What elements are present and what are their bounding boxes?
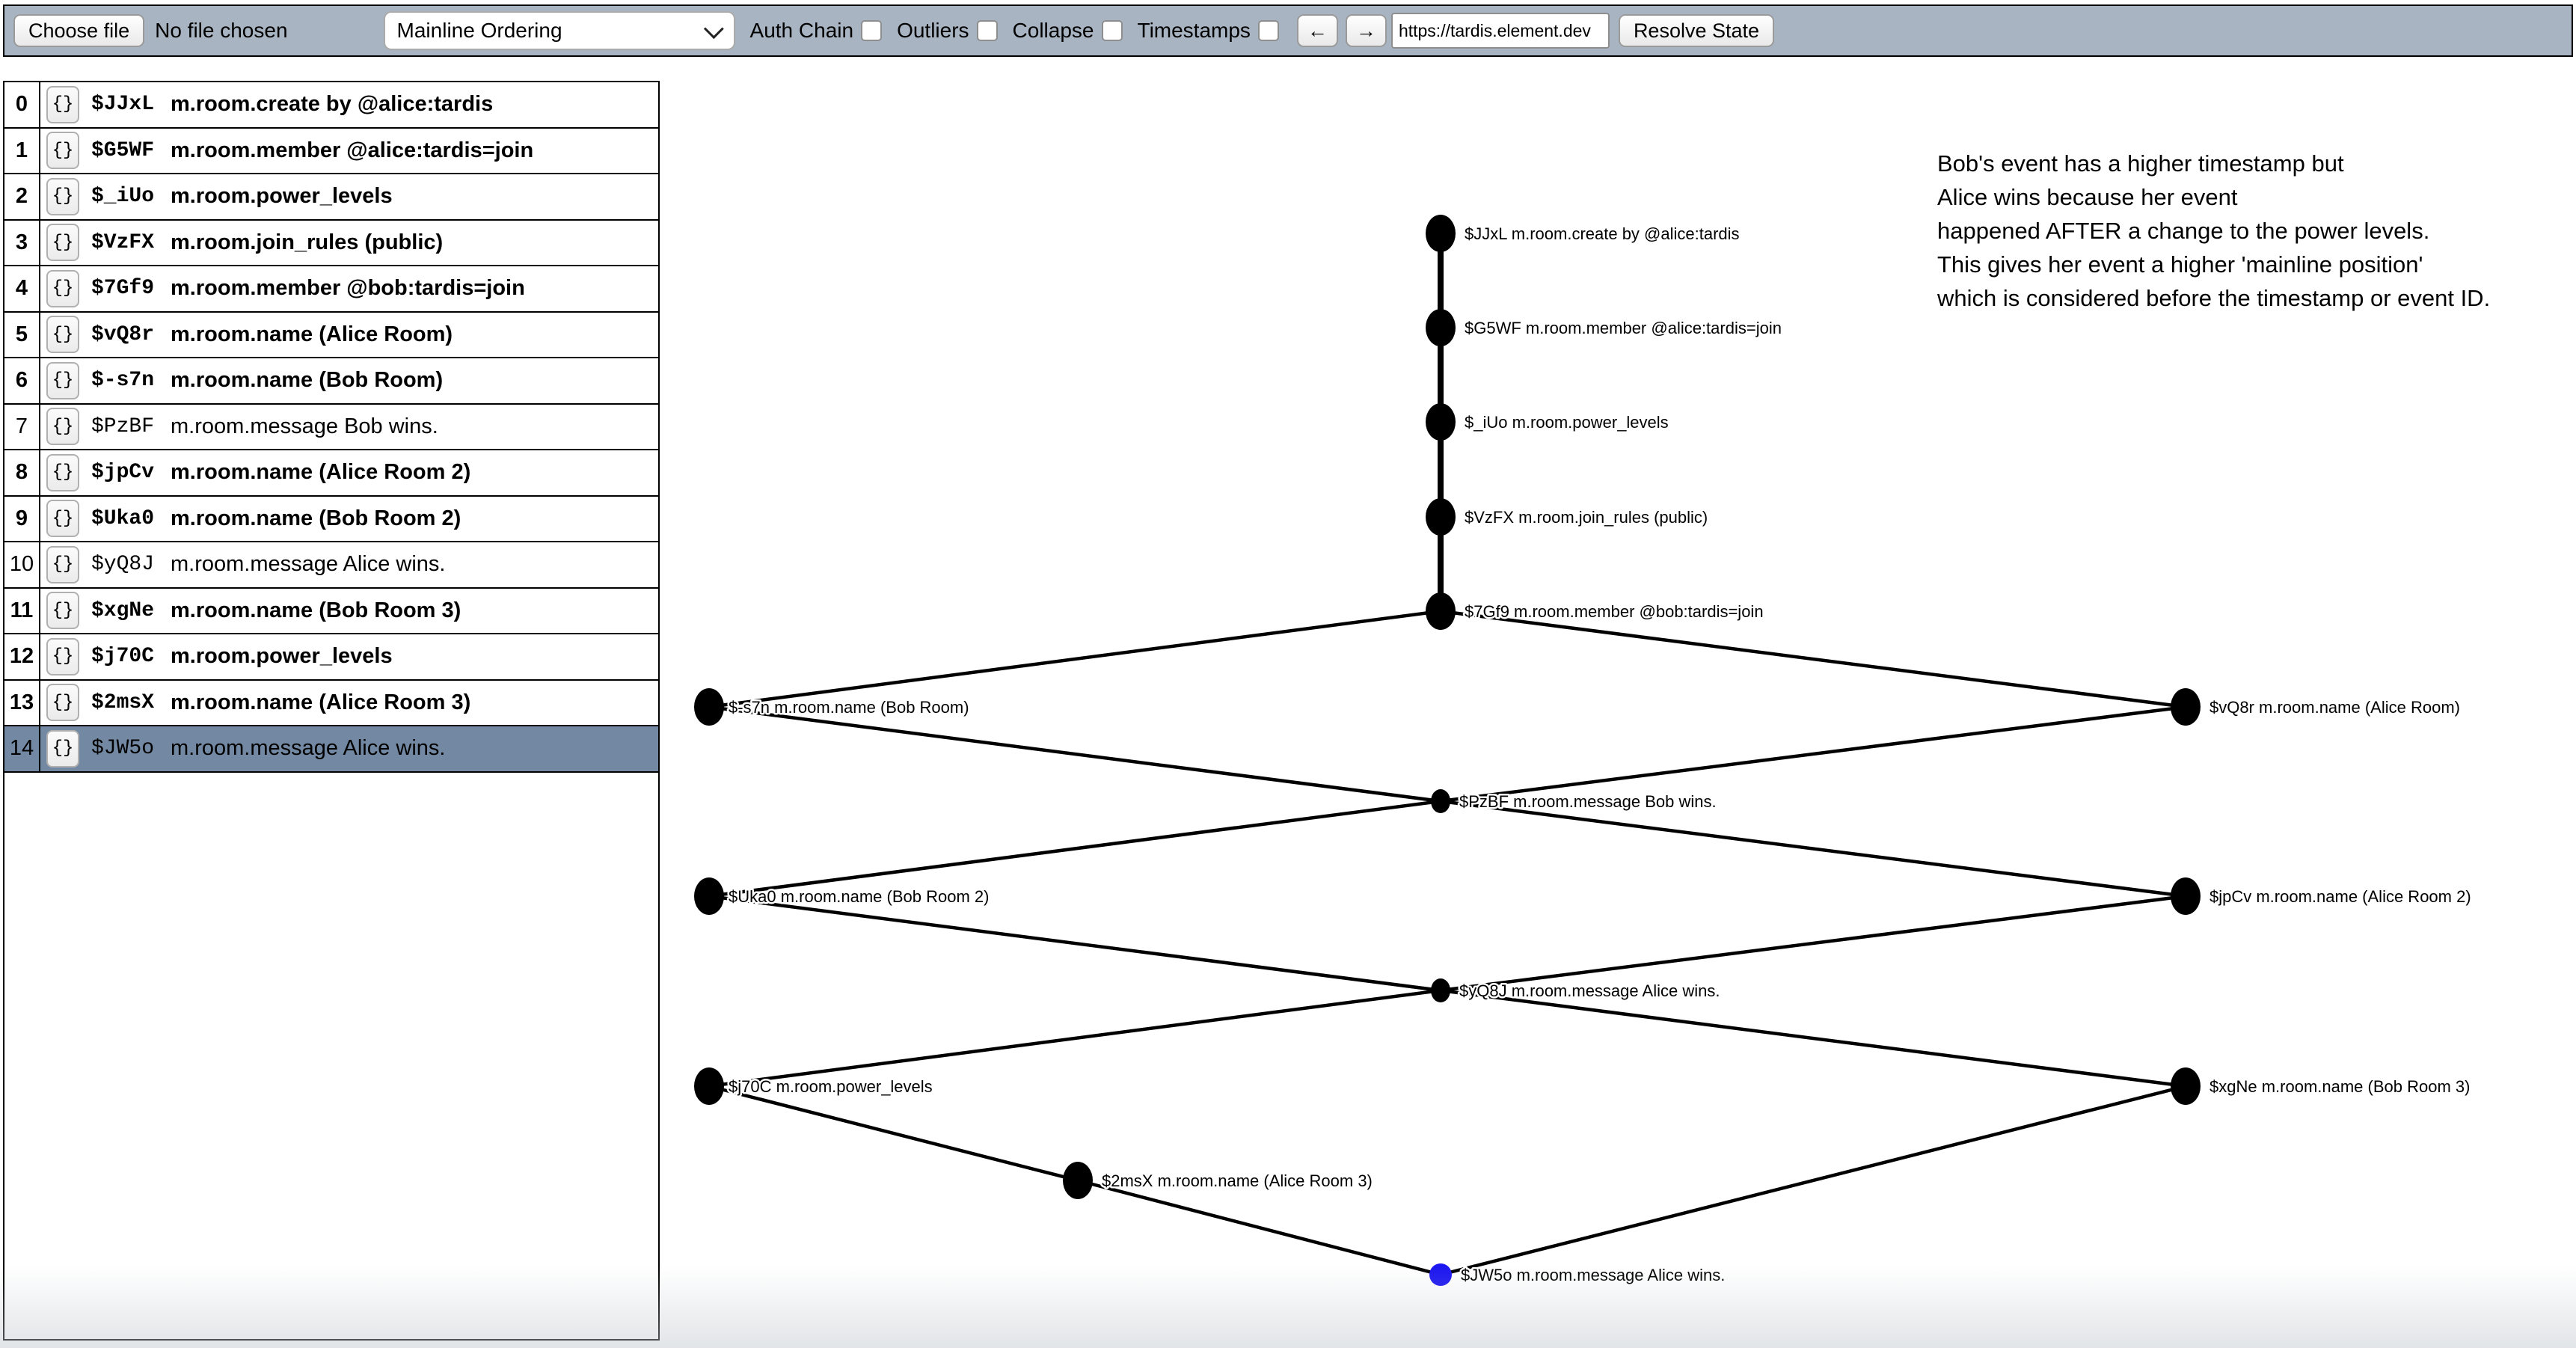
annotation-line: This gives her event a higher 'mainline … xyxy=(1937,248,2490,281)
dag-node-label: $Uka0 m.room.name (Bob Room 2) xyxy=(729,887,989,906)
dag-node[interactable] xyxy=(1431,789,1450,813)
dag-node-label: $JJxL m.room.create by @alice:tardis xyxy=(1465,224,1740,243)
dag-node-label: $vQ8r m.room.name (Alice Room) xyxy=(2209,698,2460,717)
dag-edge xyxy=(1441,801,2186,896)
dag-node-label: $_iUo m.room.power_levels xyxy=(1465,413,1669,432)
dag-edge xyxy=(709,801,1441,896)
dag-node-label: $VzFX m.room.join_rules (public) xyxy=(1465,508,1708,527)
annotation: Bob's event has a higher timestamp butAl… xyxy=(1937,147,2490,315)
dag-edge xyxy=(1441,990,2186,1086)
dag-node[interactable] xyxy=(1431,978,1450,1002)
dag-node[interactable] xyxy=(2171,877,2201,915)
dag-edge xyxy=(1441,611,2186,707)
annotation-line: which is considered before the timestamp… xyxy=(1937,281,2490,315)
annotation-line: Alice wins because her event xyxy=(1937,180,2490,214)
dag-node[interactable] xyxy=(1063,1162,1093,1199)
dag-node-label: $JW5o m.room.message Alice wins. xyxy=(1461,1266,1725,1284)
dag-edge xyxy=(709,707,1441,801)
dag-node-label: $2msX m.room.name (Alice Room 3) xyxy=(1102,1171,1373,1190)
dag-node[interactable] xyxy=(694,1067,724,1105)
dag-node-label: $PzBF m.room.message Bob wins. xyxy=(1459,792,1717,811)
dag-node[interactable] xyxy=(1426,309,1456,346)
dag-edge xyxy=(709,611,1441,707)
dag-node-label: $7Gf9 m.room.member @bob:tardis=join xyxy=(1465,602,1764,621)
dag-edge xyxy=(709,990,1441,1086)
dag-node[interactable] xyxy=(2171,688,2201,726)
dag-edge xyxy=(1078,1180,1441,1275)
dag-node[interactable] xyxy=(1426,498,1456,536)
dag-node[interactable] xyxy=(1429,1263,1452,1286)
dag-node-label: $xgNe m.room.name (Bob Room 3) xyxy=(2209,1077,2470,1096)
dag-edge xyxy=(1441,707,2186,801)
annotation-line: happened AFTER a change to the power lev… xyxy=(1937,214,2490,248)
annotation-line: Bob's event has a higher timestamp but xyxy=(1937,147,2490,180)
dag-node[interactable] xyxy=(1426,592,1456,630)
dag-node[interactable] xyxy=(1426,403,1456,441)
dag-node[interactable] xyxy=(2171,1067,2201,1105)
dag-edge xyxy=(1441,1086,2186,1275)
dag-edge xyxy=(709,1086,1078,1180)
dag-node[interactable] xyxy=(1426,215,1456,252)
dag-node-label: $-s7n m.room.name (Bob Room) xyxy=(729,698,969,717)
dag-edge xyxy=(709,896,1441,990)
dag-edge xyxy=(1441,896,2186,990)
dag-node-label: $yQ8J m.room.message Alice wins. xyxy=(1459,981,1720,1000)
dag-node-label: $j70C m.room.power_levels xyxy=(729,1077,933,1096)
dag-node-label: $G5WF m.room.member @alice:tardis=join xyxy=(1465,319,1782,337)
dag-node[interactable] xyxy=(694,688,724,726)
dag-node-label: $jpCv m.room.name (Alice Room 2) xyxy=(2209,887,2471,906)
dag-node[interactable] xyxy=(694,877,724,915)
